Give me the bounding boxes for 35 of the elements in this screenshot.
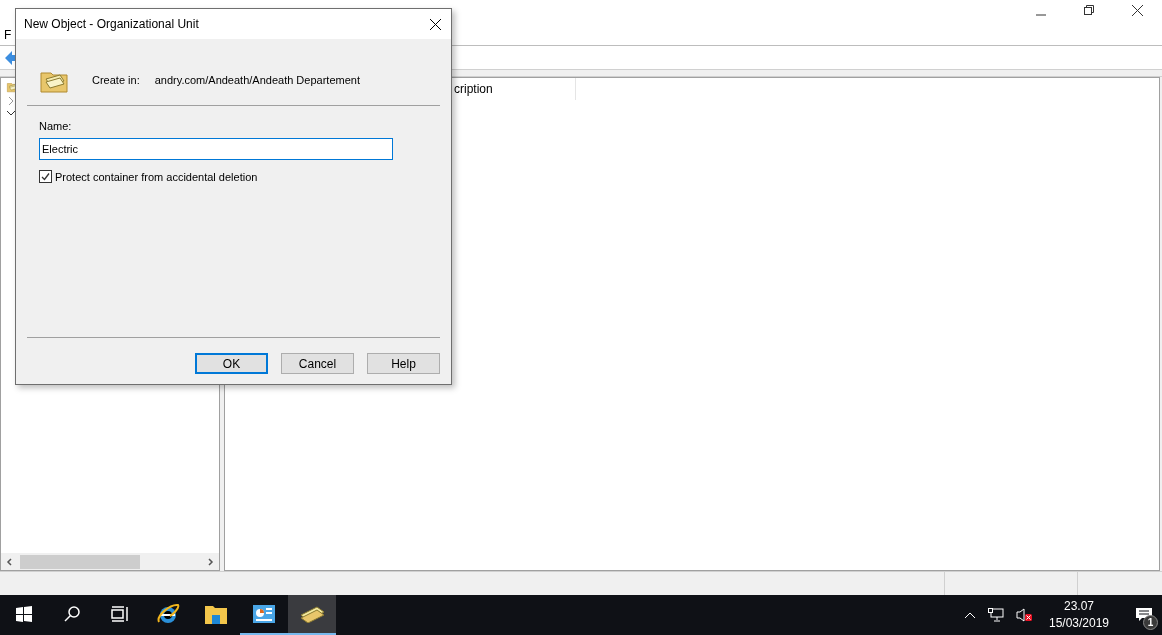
clock-time[interactable]: 23.07 <box>1064 598 1094 615</box>
checkmark-icon <box>41 172 50 182</box>
clock-date[interactable]: 15/03/2019 <box>1048 615 1110 632</box>
dialog-button[interactable]: Cancel <box>281 353 354 374</box>
folder-book-icon <box>299 605 325 623</box>
taskbar-button[interactable] <box>288 595 336 635</box>
column-header[interactable]: cription <box>454 78 576 100</box>
chevron-up-icon[interactable] <box>964 611 976 619</box>
browser-e-icon <box>156 602 180 626</box>
windows-icon <box>16 606 32 622</box>
task-view-icon <box>111 605 129 623</box>
dialog-button[interactable]: OK <box>195 353 268 374</box>
window-title: New Object - Organizational Unit <box>24 16 199 33</box>
dashboard-icon <box>253 605 275 623</box>
dialog-button[interactable]: Help <box>367 353 440 374</box>
network-icon[interactable] <box>988 608 1004 622</box>
scroll-right-icon[interactable] <box>206 557 214 566</box>
folder-icon <box>204 603 228 625</box>
close-icon[interactable] <box>430 18 441 30</box>
create-in-label: Create in: <box>92 73 140 89</box>
protect-checkbox[interactable]: Protect container from accidental deletion <box>39 168 258 185</box>
name-label: Name: <box>39 119 73 134</box>
checkbox[interactable] <box>39 170 52 184</box>
restore-icon[interactable] <box>1084 5 1094 15</box>
horizontal-scrollbar[interactable] <box>1 553 219 570</box>
close-icon[interactable] <box>1132 5 1143 16</box>
muted-speaker-icon[interactable] <box>1016 608 1032 622</box>
search-icon <box>63 605 81 623</box>
name-field[interactable]: Electric <box>39 137 393 160</box>
notification-count: 1 <box>1143 615 1158 630</box>
scrollbar-thumb[interactable] <box>20 554 140 569</box>
action-center-button[interactable]: 1 <box>1126 595 1162 635</box>
create-in-path: andry.com/Andeath/Andeath Departement <box>154 73 360 89</box>
scroll-left-icon[interactable] <box>6 557 14 566</box>
chevron-right-icon[interactable] <box>6 96 16 106</box>
